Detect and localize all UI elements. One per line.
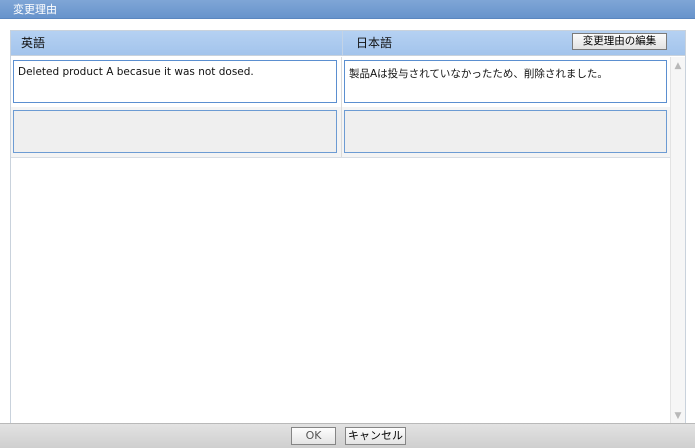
vertical-scrollbar[interactable]: ▲ ▼: [670, 57, 685, 425]
reason-grid: 英語 日本語 変更理由の編集 Deleted product A becasue…: [10, 30, 686, 426]
header-column-divider: [342, 31, 343, 56]
grid-header-row: 英語 日本語 変更理由の編集: [11, 31, 685, 56]
change-reason-dialog: 変更理由 英語 日本語 変更理由の編集 Deleted product A be…: [0, 0, 695, 448]
dialog-footer: OK キャンセル: [0, 423, 695, 448]
scroll-up-arrow-icon[interactable]: ▲: [671, 59, 685, 73]
dialog-body: 英語 日本語 変更理由の編集 Deleted product A becasue…: [0, 19, 695, 426]
japanese-reason-cell[interactable]: 製品Aは投与されていなかったため、削除されました。: [344, 60, 667, 103]
edit-change-reason-button[interactable]: 変更理由の編集: [572, 33, 667, 50]
row-divider: [11, 157, 670, 158]
english-reason-cell[interactable]: Deleted product A becasue it was not dos…: [13, 60, 337, 103]
column-header-japanese: 日本語: [356, 36, 393, 50]
japanese-reason-cell[interactable]: [344, 110, 667, 153]
column-header-english: 英語: [21, 36, 46, 50]
grid-rows: Deleted product A becasue it was not dos…: [11, 57, 670, 425]
ok-button[interactable]: OK: [291, 427, 336, 445]
cancel-button[interactable]: キャンセル: [345, 427, 406, 445]
dialog-title: 変更理由: [0, 0, 695, 19]
scroll-down-arrow-icon[interactable]: ▼: [671, 409, 685, 423]
column-divider: [341, 57, 342, 157]
english-reason-cell[interactable]: [13, 110, 337, 153]
